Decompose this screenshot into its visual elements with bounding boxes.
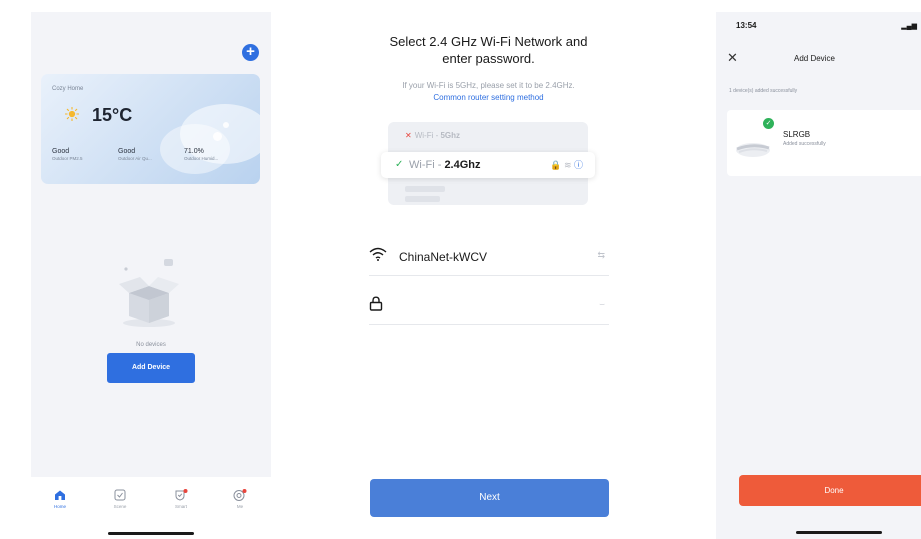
close-icon[interactable]: ✕ — [727, 50, 738, 66]
wifi-icon — [369, 247, 387, 261]
metric-value: Good — [52, 148, 70, 155]
bottom-tab-bar: Home Scene Smart Me — [31, 477, 271, 537]
add-device-button[interactable]: Add Device — [107, 353, 195, 383]
metric-label: Outdoor Air Qu... — [118, 156, 152, 161]
me-icon — [233, 489, 247, 501]
network-name: ChinaNet-kWCV — [399, 250, 488, 264]
subtitle: If your Wi-Fi is 5GHz, please set it to … — [402, 81, 575, 90]
added-summary: 1 device(s) added successfully — [729, 88, 798, 94]
tab-home[interactable]: Home — [45, 489, 75, 509]
wifi-screen: Select 2.4 GHz Wi-Fi Network and enter p… — [361, 0, 616, 539]
device-card[interactable]: ✓ SLRGB Added successfully — [727, 110, 921, 176]
metric-air-quality: Good Outdoor Air Qu... — [118, 148, 152, 161]
metric-value: Good — [118, 148, 136, 155]
home-screen: + Cozy Home 15°C Good Outdoor PM2.5 Good… — [31, 12, 271, 537]
info-icon: ⓘ — [573, 160, 583, 170]
switch-network-icon[interactable]: ⇆ — [597, 250, 605, 261]
empty-state-text: No devices — [136, 342, 166, 348]
metric-value: 71.0% — [184, 148, 204, 155]
add-plus-icon[interactable]: + — [242, 44, 259, 61]
tab-label: Smart — [174, 504, 187, 509]
wifi-band-illustration: ✕ Wi-Fi - 5Ghz ✓ Wi-Fi - 2.4Ghz 🔒 ≋ ⓘ — [381, 122, 595, 205]
wifi-24ghz-band: 2.4Ghz — [444, 159, 481, 171]
wifi-5ghz-prefix: Wi-Fi - — [414, 131, 441, 140]
led-strip-device-icon — [736, 143, 770, 157]
placeholder-bar — [405, 196, 440, 202]
metric-label: Outdoor PM2.5 — [52, 156, 83, 161]
empty-box-illustration — [119, 259, 179, 327]
sun-icon — [65, 107, 79, 121]
metric-label: Outdoor Humid... — [184, 156, 219, 161]
router-setting-link[interactable]: Common router setting method — [361, 93, 616, 102]
device-name: SLRGB — [783, 130, 811, 139]
eye-closed-icon[interactable]: ⌣ — [599, 299, 605, 310]
home-name: Cozy Home — [52, 86, 84, 92]
check-icon: ✓ — [395, 159, 404, 170]
add-device-screen: 13:54 ▂▄▆ ✕ Add Device 1 device(s) added… — [716, 12, 921, 539]
wifi-status-icons: 🔒 ≋ ⓘ — [550, 160, 583, 170]
wifi-24ghz-label: Wi-Fi - 2.4Ghz — [409, 159, 481, 171]
lock-icon — [369, 296, 383, 311]
cross-icon: ✕ — [405, 131, 412, 140]
tab-label: Home — [53, 504, 66, 509]
droplet-decoration — [213, 132, 222, 141]
home-indicator — [796, 531, 882, 534]
home-indicator — [108, 532, 194, 535]
tab-label: Me — [236, 504, 244, 509]
wifi-24ghz-row: ✓ Wi-Fi - 2.4Ghz 🔒 ≋ ⓘ — [381, 152, 595, 178]
tab-smart[interactable]: Smart — [166, 489, 196, 509]
signal-icon: ▂▄▆ — [901, 23, 917, 30]
droplet-decoration — [223, 122, 229, 128]
scene-icon — [114, 489, 126, 501]
done-button[interactable]: Done — [739, 475, 921, 506]
tab-label: Scene — [113, 504, 127, 509]
page-title: Add Device — [794, 54, 835, 63]
wifi-24ghz-prefix: Wi-Fi - — [409, 159, 445, 171]
title-line: enter password. — [442, 51, 535, 66]
page-title: Select 2.4 GHz Wi-Fi Network and enter p… — [361, 33, 616, 67]
three-screen-setup-guide: + Cozy Home 15°C Good Outdoor PM2.5 Good… — [0, 0, 921, 539]
metric-pm25: Good Outdoor PM2.5 — [52, 148, 83, 161]
wifi-5ghz-band: 5Ghz — [440, 131, 461, 140]
status-time: 13:54 — [736, 21, 757, 30]
title-line: Select 2.4 GHz Wi-Fi Network and — [389, 34, 588, 49]
weather-card[interactable]: Cozy Home 15°C Good Outdoor PM2.5 Good O… — [41, 74, 260, 184]
wifi-5ghz-row: ✕ Wi-Fi - 5Ghz — [405, 131, 460, 140]
password-field[interactable]: ⌣ — [369, 286, 609, 325]
device-status: Added successfully — [783, 141, 826, 147]
placeholder-bar — [405, 186, 445, 192]
home-icon — [55, 490, 65, 500]
next-button[interactable]: Next — [370, 479, 609, 517]
wifi-network-field[interactable]: ChinaNet-kWCV ⇆ — [369, 237, 609, 276]
tab-me[interactable]: Me — [225, 489, 255, 509]
smart-icon — [175, 489, 188, 501]
temperature: 15°C — [92, 105, 133, 125]
metric-humidity: 71.0% Outdoor Humid... — [184, 148, 218, 161]
success-check-icon: ✓ — [763, 118, 774, 129]
tab-scene[interactable]: Scene — [105, 489, 135, 509]
